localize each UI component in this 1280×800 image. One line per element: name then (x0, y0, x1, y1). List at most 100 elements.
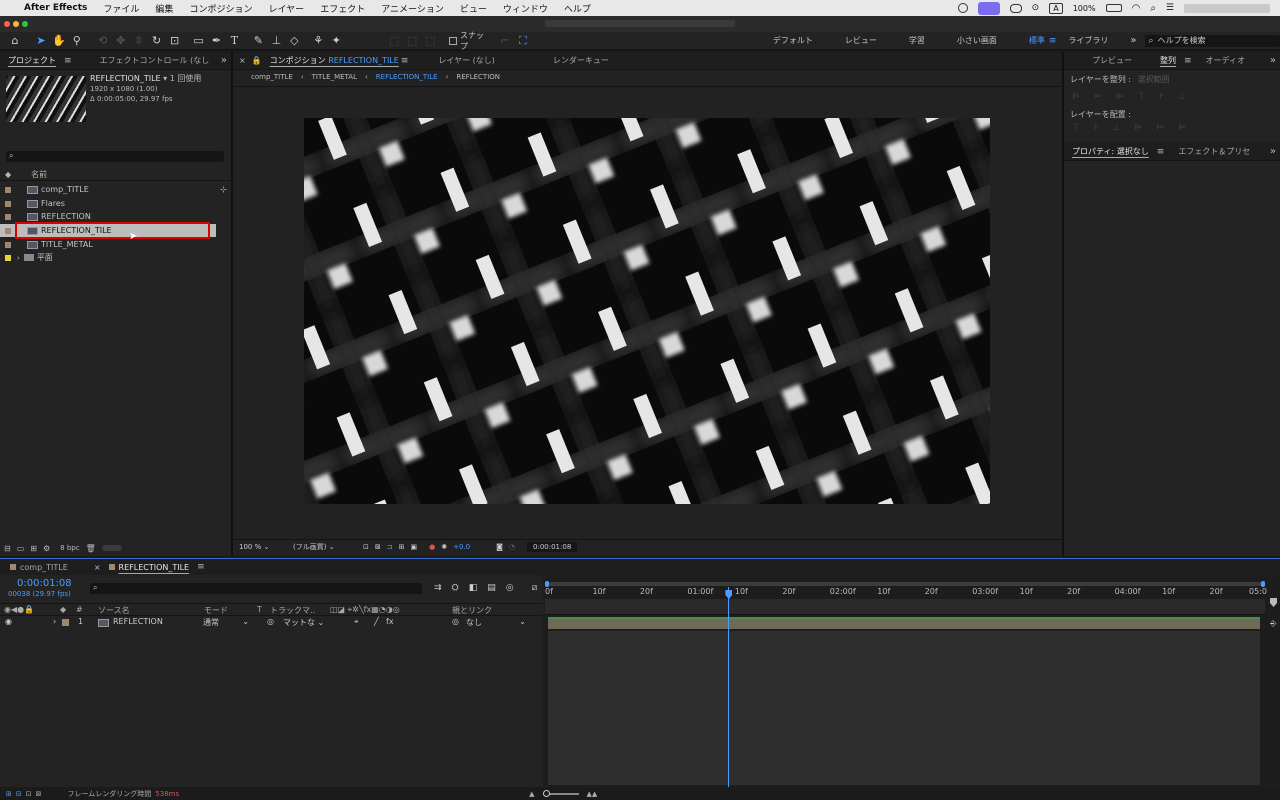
comp-end-marker-icon[interactable] (1270, 598, 1277, 607)
pan-camera-icon[interactable]: ✥ (112, 33, 130, 49)
input-source-icon[interactable]: A (1049, 2, 1063, 14)
creative-cloud-icon[interactable] (1009, 3, 1022, 13)
control-center-icon[interactable]: ☰ (1166, 3, 1174, 13)
current-time-display[interactable]: 0:00:01:08 (17, 578, 72, 589)
comp-flowchart-icon[interactable]: ⇉ (434, 583, 442, 593)
grid-guides-icon[interactable]: ⊞ (399, 543, 405, 551)
pen-tool-icon[interactable]: ✒ (208, 33, 226, 49)
close-window-button[interactable] (4, 21, 10, 27)
align-left-icon[interactable]: ⊫ (1072, 92, 1080, 102)
selection-tool-icon[interactable]: ➤ (32, 33, 50, 49)
label-swatch[interactable] (5, 227, 11, 234)
label-swatch[interactable] (5, 200, 11, 207)
puppet-pin-icon[interactable]: ✦ (327, 33, 345, 49)
timeline-zoom-slider[interactable] (542, 789, 579, 797)
spotlight-icon[interactable]: ⌕ (1150, 3, 1156, 14)
graph-editor-icon[interactable]: ⧄ (532, 583, 538, 593)
screen-share-icon[interactable] (977, 1, 1000, 15)
project-menu-icon[interactable]: ≡ (64, 56, 72, 66)
dnd-icon[interactable]: ⊙ (1032, 3, 1040, 13)
parent-pickwhip-icon[interactable]: ◎ (452, 617, 459, 626)
timeline-menu-icon[interactable]: ≡ (197, 562, 205, 572)
label-swatch[interactable] (5, 241, 11, 248)
tab-timeline-comp-title[interactable]: comp_TITLE (20, 563, 76, 572)
panel-overflow-icon[interactable]: » (1270, 146, 1276, 157)
region-of-interest-icon[interactable]: ⊡ (363, 543, 369, 551)
draft-3d-icon[interactable]: ⛭ (452, 583, 459, 593)
parent-link-header[interactable]: 親とリンク (452, 605, 492, 616)
bpc-label[interactable]: 8 bpc (60, 544, 79, 552)
app-menu[interactable]: After Effects (16, 3, 95, 13)
brush-tool-icon[interactable]: ✎ (249, 33, 267, 49)
composition-menu-icon[interactable]: ≡ (401, 56, 409, 66)
properties-menu-icon[interactable]: ≡ (1157, 147, 1165, 157)
eraser-tool-icon[interactable]: ◇ (285, 33, 303, 49)
distribute-hcenter-icon[interactable]: ⊨ (1156, 123, 1164, 133)
label-swatch[interactable] (108, 564, 115, 570)
current-time-field[interactable]: 0:00:01:08 (527, 542, 578, 552)
rotate-tool-icon[interactable]: ↻ (148, 33, 166, 49)
align-vcenter-icon[interactable]: ⊦ (1159, 92, 1164, 102)
workspace-small-screen[interactable]: 小さい画面 (941, 35, 1013, 46)
breadcrumb-item-active[interactable]: REFLECTION_TILE (376, 73, 438, 81)
menu-composition[interactable]: コンポジション (181, 2, 260, 15)
hand-tool-icon[interactable]: ✋ (50, 33, 68, 49)
frame-blending-icon[interactable]: ▤ (487, 583, 496, 593)
new-composition-icon[interactable]: ⊞ (30, 544, 37, 553)
composition-viewer[interactable] (304, 118, 990, 504)
breadcrumb-item[interactable]: comp_TITLE (251, 73, 293, 81)
visibility-eye-icon[interactable]: ◉ (5, 617, 12, 626)
toggle-switches-icon[interactable]: ⊞ (6, 790, 12, 798)
workspace-standard[interactable]: 標準 (1013, 35, 1049, 46)
rectangle-tool-icon[interactable]: ▭ (190, 33, 208, 49)
track-matte-header[interactable]: トラックマ.. (270, 605, 315, 616)
motion-blur-icon[interactable]: ◎ (506, 583, 514, 593)
distribute-left-icon[interactable]: ⊫ (1134, 123, 1142, 133)
zoom-in-icon[interactable]: ▲▲ (587, 790, 598, 798)
flowchart-icon[interactable]: ⊹ (220, 185, 227, 194)
source-name-header[interactable]: ソース名 (98, 605, 130, 616)
snap-checkbox[interactable] (449, 36, 458, 45)
label-column-icon[interactable]: ◆ (5, 170, 11, 179)
show-snapshot-icon[interactable]: ◔ (509, 543, 515, 551)
breadcrumb-item[interactable]: REFLECTION (456, 73, 500, 81)
menu-layer[interactable]: レイヤー (260, 2, 312, 15)
zoom-dropdown[interactable]: 100 % ⌄ (239, 543, 287, 551)
tab-preview[interactable]: プレビュー (1084, 55, 1140, 66)
close-tab-icon[interactable]: × (94, 563, 101, 572)
align-right-icon[interactable]: ⊫ (1116, 92, 1124, 102)
workspace-menu-icon[interactable]: ≡ (1049, 36, 1057, 46)
playhead-handle[interactable] (725, 590, 733, 599)
close-tab-icon[interactable]: × (239, 56, 246, 65)
label-swatch[interactable] (5, 254, 11, 261)
zoom-out-icon[interactable]: ▲ (529, 790, 534, 798)
tab-timeline-reflection-tile[interactable]: REFLECTION_TILE (119, 563, 198, 572)
quality-switch-icon[interactable]: ╱ (374, 617, 379, 626)
panel-overflow-icon[interactable]: » (1270, 55, 1276, 66)
tab-align[interactable]: 整列 (1152, 55, 1184, 66)
menu-window[interactable]: ウィンドウ (495, 2, 556, 15)
preview-usage[interactable]: ▾ 1 回使用 (163, 74, 201, 83)
axis-local-icon[interactable]: ⬚ (385, 33, 403, 49)
breadcrumb-item[interactable]: TITLE_METAL (312, 73, 357, 81)
t-header[interactable]: T (257, 605, 262, 614)
label-swatch[interactable] (62, 619, 69, 626)
mode-dropdown[interactable]: 通常 ⌄ (203, 617, 249, 628)
roto-brush-icon[interactable]: ⚘ (309, 33, 327, 49)
dolly-camera-icon[interactable]: ⇳ (130, 33, 148, 49)
parent-dropdown[interactable]: なし ⌄ (466, 617, 526, 628)
workspace-learn[interactable]: 学習 (893, 35, 941, 46)
menu-file[interactable]: ファイル (95, 2, 147, 15)
workspace-default[interactable]: デフォルト (757, 35, 829, 46)
menu-view[interactable]: ビュー (452, 2, 495, 15)
wifi-icon[interactable]: ◠ (1132, 3, 1141, 14)
tab-effects-presets[interactable]: エフェクト＆プリセ (1170, 146, 1258, 157)
project-folder[interactable]: › 平面 (0, 251, 231, 264)
track-matte-dropdown[interactable]: マットな ⌄ (283, 617, 324, 628)
new-folder-icon[interactable]: ▭ (17, 544, 25, 553)
home-icon[interactable]: ⌂ (6, 33, 24, 49)
zoom-window-button[interactable] (22, 21, 28, 27)
workspace-overflow-icon[interactable]: » (1130, 35, 1136, 46)
label-column-icon[interactable]: ◆ (60, 605, 66, 614)
zoom-tool-icon[interactable]: ⚲ (68, 33, 86, 49)
